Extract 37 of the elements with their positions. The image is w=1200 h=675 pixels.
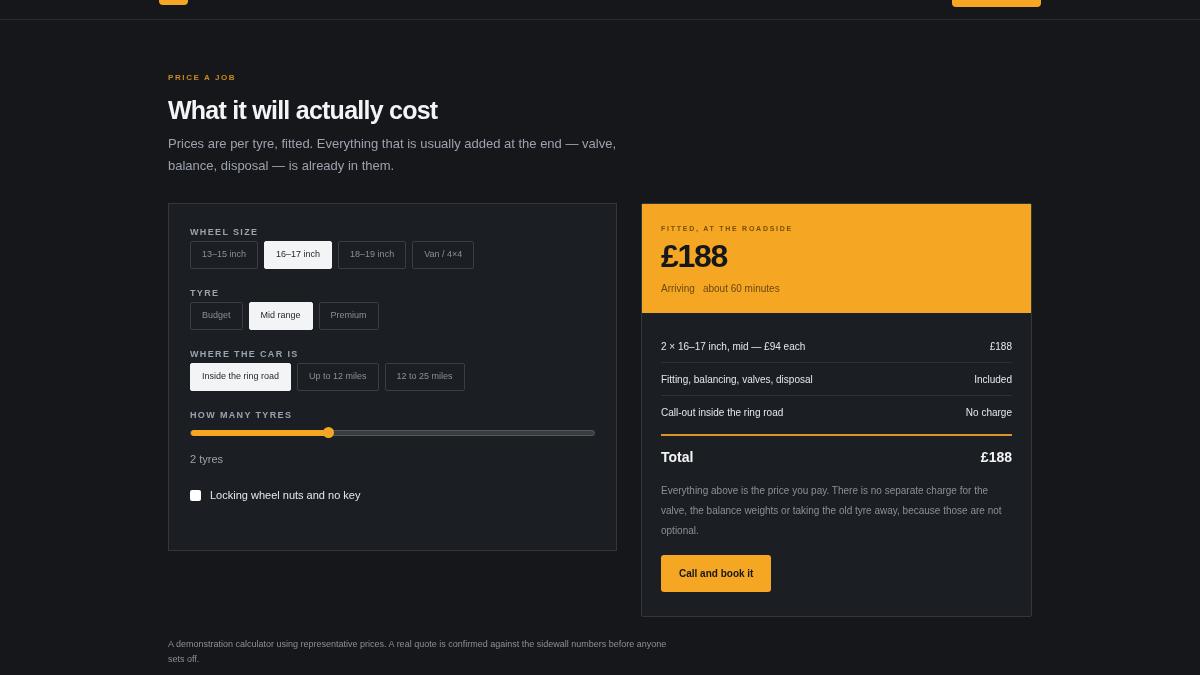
option-button[interactable]: 16–17 inch xyxy=(264,241,333,269)
book-button[interactable]: Call and book it xyxy=(661,555,772,592)
slider-thumb[interactable] xyxy=(323,427,334,438)
arriving-label: Arriving xyxy=(661,283,695,295)
checkbox-label: Locking wheel nuts and no key xyxy=(210,488,361,502)
option-button[interactable]: Budget xyxy=(190,302,243,330)
price: £188 xyxy=(661,237,729,275)
intro-text: Prices are per tyre, fitted. Everything that is usually added at the end — valve, balance, disposal — is already in them. xyxy=(168,135,617,175)
line-item-value: Included xyxy=(974,372,1012,387)
slider-track[interactable] xyxy=(190,430,595,436)
field-label: WHEEL SIZE xyxy=(190,226,260,238)
option-button[interactable]: Van / 4×4 xyxy=(412,241,475,269)
line-item-label: Fitting, balancing, valves, disposal xyxy=(661,372,813,387)
option-button[interactable]: 13–15 inch xyxy=(190,241,259,269)
option-button[interactable]: Mid range xyxy=(248,302,313,330)
total-label: Total xyxy=(661,448,694,466)
field-label: HOW MANY TYRES xyxy=(190,409,294,421)
field-label: WHERE THE CAR IS xyxy=(190,348,300,360)
field-label: TYRE xyxy=(190,287,221,299)
page-title: What it will actually cost xyxy=(168,95,439,125)
checkbox[interactable] xyxy=(190,489,201,501)
tyre-count: 2 tyres xyxy=(190,452,224,466)
line-item-label: 2 × 16–17 inch, mid — £94 each xyxy=(661,339,806,354)
price-note: Everything above is the price you pay. There is no separate charge for the valve, the balance weights or taking the old tyre away, because those are not optional. xyxy=(661,484,1003,538)
option-button[interactable]: Inside the ring road xyxy=(190,363,292,391)
option-button[interactable]: Up to 12 miles xyxy=(297,363,379,391)
option-button[interactable]: Premium xyxy=(318,302,379,330)
total-price: £188 xyxy=(980,448,1012,466)
section-eyebrow: PRICE A JOB xyxy=(168,73,238,83)
line-item-label: Call-out inside the ring road xyxy=(661,406,784,420)
option-button[interactable]: 12 to 25 miles xyxy=(384,363,465,391)
line-item-value: No charge xyxy=(965,406,1012,420)
option-button[interactable]: 18–19 inch xyxy=(338,241,407,269)
logo-mark xyxy=(159,0,188,5)
arrival-time: about 60 minutes xyxy=(702,283,780,295)
line-item-value: £188 xyxy=(989,339,1012,354)
footnote: A demonstration calculator using representative prices. A real quote is confirmed against the sidewall numbers before anyone sets off. xyxy=(168,638,668,666)
